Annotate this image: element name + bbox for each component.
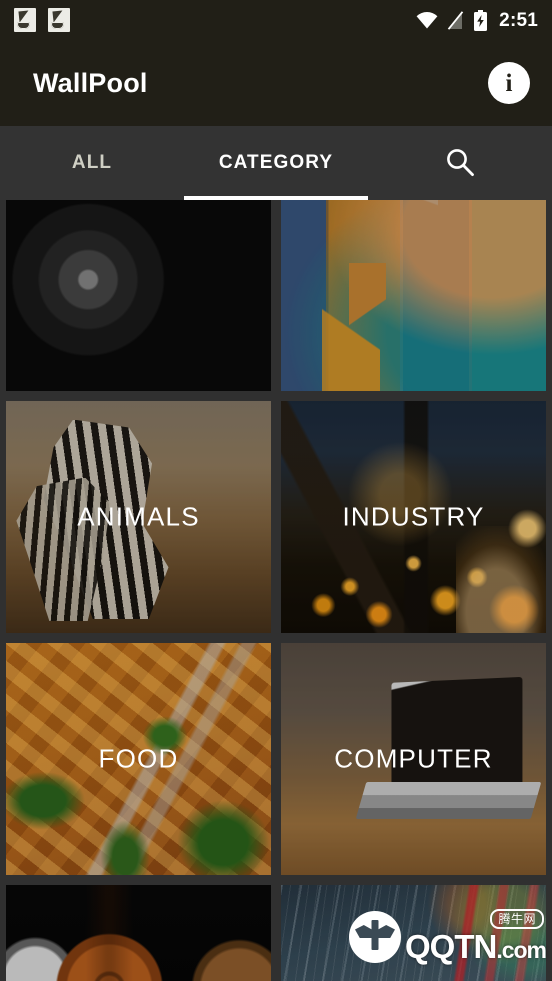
tab-bar: ALL CATEGORY — [0, 126, 552, 200]
info-glyph: i — [505, 69, 513, 97]
category-card-transportation[interactable]: TRANSPORTATION — [281, 885, 546, 981]
category-card-partial-top-right[interactable] — [281, 200, 546, 391]
category-card-food[interactable]: FOOD — [6, 643, 271, 875]
app-title: WallPool — [33, 67, 148, 98]
category-card-partial-top-left[interactable] — [6, 200, 271, 391]
tab-all[interactable]: ALL — [0, 126, 184, 200]
app-notification-icon — [14, 8, 36, 32]
battery-charging-icon — [473, 9, 488, 31]
tab-category-label: CATEGORY — [218, 152, 334, 173]
card-tint — [6, 885, 271, 981]
tab-all-label: ALL — [71, 152, 113, 173]
status-clock: 2:51 — [499, 9, 538, 31]
app-screen: 2:51 WallPool i ALL CATEGORY ANIMALS IND… — [0, 0, 552, 981]
search-icon[interactable] — [368, 126, 552, 200]
category-card-computer[interactable]: COMPUTER — [281, 643, 546, 875]
card-label: COMPUTER — [334, 743, 493, 774]
card-tint — [281, 200, 546, 391]
app-bar: WallPool i — [0, 40, 552, 126]
notification-icon-group — [14, 8, 70, 32]
card-tint — [6, 200, 271, 391]
category-grid-scroll[interactable]: ANIMALS INDUSTRY FOOD COMPUTER SPORT — [0, 200, 552, 981]
wifi-icon — [416, 11, 438, 29]
no-signal-icon — [447, 10, 464, 30]
app-notification-icon — [48, 8, 70, 32]
card-label: ANIMALS — [77, 501, 200, 532]
info-icon[interactable]: i — [488, 62, 530, 104]
category-grid: ANIMALS INDUSTRY FOOD COMPUTER SPORT — [0, 200, 552, 981]
category-card-animals[interactable]: ANIMALS — [6, 401, 271, 633]
tab-category[interactable]: CATEGORY — [184, 126, 368, 200]
category-card-sports[interactable]: SPORTS — [6, 885, 271, 981]
category-card-industry[interactable]: INDUSTRY — [281, 401, 546, 633]
card-label: INDUSTRY — [342, 501, 485, 532]
status-icon-group: 2:51 — [416, 9, 538, 31]
card-label: FOOD — [98, 743, 179, 774]
card-tint — [281, 885, 546, 981]
status-bar: 2:51 — [0, 0, 552, 40]
